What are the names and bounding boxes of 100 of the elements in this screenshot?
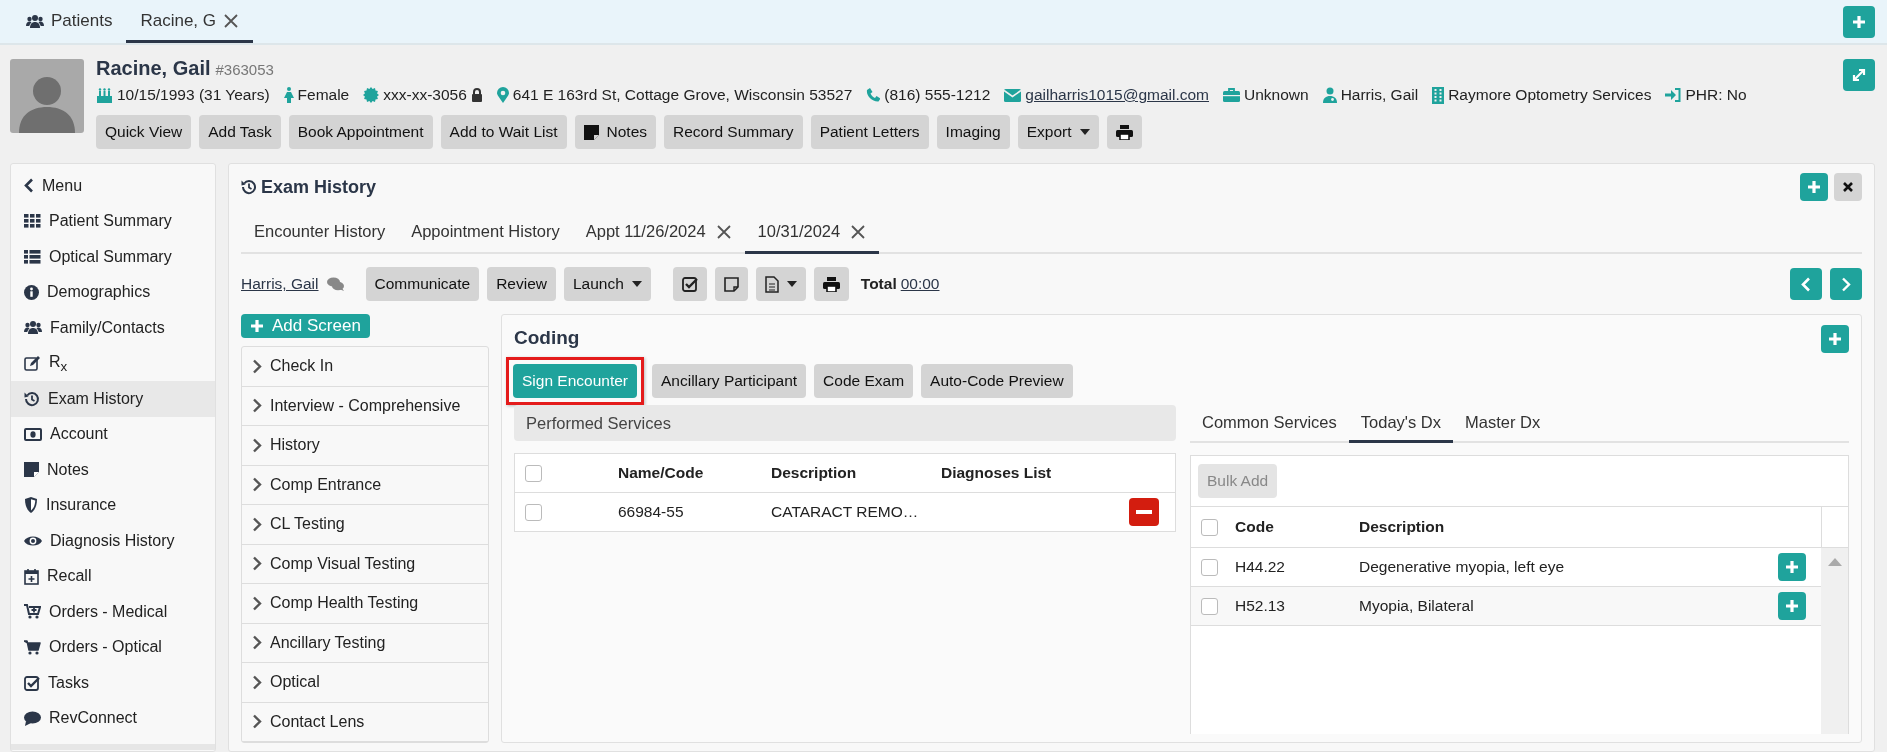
- add-button[interactable]: [1821, 325, 1849, 353]
- gender-text: Female: [297, 86, 350, 104]
- checkbox[interactable]: [1201, 518, 1218, 536]
- ssn-text: xxx-xx-3056: [383, 86, 467, 104]
- screen-item[interactable]: CL Testing: [242, 505, 488, 545]
- tab[interactable]: Appt 11/26/2024: [572, 212, 745, 254]
- users-icon: [26, 13, 44, 29]
- next-button[interactable]: [1830, 268, 1862, 300]
- column-header: Description: [771, 464, 858, 482]
- plus-icon: [1785, 599, 1799, 613]
- screen-item[interactable]: Comp Entrance: [242, 465, 488, 505]
- sign-in-icon: [1665, 88, 1682, 102]
- action-button[interactable]: Book Appointment: [288, 115, 433, 149]
- sidebar-item[interactable]: Optical Summary: [11, 239, 215, 275]
- patient-name: Racine, Gail: [96, 57, 211, 80]
- sidebar-item[interactable]: Notes: [11, 452, 215, 488]
- toolbar-button[interactable]: Launch: [563, 267, 651, 301]
- sidebar-item[interactable]: Exam History: [11, 381, 215, 417]
- checkbox[interactable]: [525, 503, 542, 521]
- print-button[interactable]: [1106, 115, 1142, 149]
- close-button[interactable]: [1834, 173, 1862, 201]
- screen-item[interactable]: Check In: [242, 347, 488, 387]
- scrollbar[interactable]: [1821, 548, 1848, 734]
- caret-icon: [786, 281, 797, 287]
- tab[interactable]: Encounter History: [241, 212, 399, 254]
- sticky-note-icon: [24, 462, 39, 478]
- action-button[interactable]: Record Summary: [664, 115, 803, 149]
- checkbox[interactable]: [1201, 597, 1218, 615]
- sidebar-item[interactable]: RevConnect: [11, 700, 215, 736]
- coding-button[interactable]: Ancillary Participant: [652, 364, 807, 398]
- dob-text: 10/15/1993 (31 Years): [117, 86, 270, 104]
- note-button[interactable]: [714, 267, 748, 301]
- sidebar-item[interactable]: Diagnosis History: [11, 523, 215, 559]
- note-icon: [723, 276, 739, 292]
- chevron-right-icon: [252, 477, 262, 493]
- chevron-right-icon: [252, 358, 262, 374]
- action-button[interactable]: Imaging: [936, 115, 1010, 149]
- screen-item[interactable]: Comp Health Testing: [242, 584, 488, 624]
- checkbox[interactable]: [1201, 558, 1218, 576]
- building-icon: [1432, 86, 1445, 104]
- action-button[interactable]: Patient Letters: [810, 115, 929, 149]
- document-icon: [764, 275, 779, 293]
- map-pin-icon: [496, 87, 509, 103]
- sidebar-item[interactable]: Demographics: [11, 274, 215, 310]
- tab[interactable]: Appointment History: [398, 212, 573, 254]
- screen-item[interactable]: Interview - Comprehensive: [242, 386, 488, 426]
- checkbox-icon: [24, 674, 40, 691]
- tab[interactable]: Master Dx: [1453, 405, 1553, 443]
- tab[interactable]: 10/31/2024: [744, 212, 880, 254]
- tab[interactable]: Common Services: [1190, 405, 1349, 443]
- users-icon: [24, 320, 42, 336]
- address-text: 641 E 163rd St, Cottage Grove, Wisconsin 53527: [512, 86, 853, 104]
- print-button[interactable]: [813, 267, 849, 301]
- sidebar-item[interactable]: Tasks: [11, 665, 215, 701]
- screen-item[interactable]: Comp Visual Testing: [242, 544, 488, 584]
- sidebar-item[interactable]: Patient Summary: [11, 203, 215, 239]
- sidebar-item[interactable]: Menu: [11, 168, 215, 204]
- screen-item[interactable]: Contact Lens: [242, 702, 488, 742]
- plus-icon: [250, 319, 264, 333]
- screen-item[interactable]: Ancillary Testing: [242, 623, 488, 663]
- add-button[interactable]: [1778, 592, 1806, 620]
- sidebar-item[interactable]: Family/Contacts: [11, 310, 215, 346]
- action-button[interactable]: Export: [1017, 115, 1099, 149]
- table-cell-text: 66984-55: [618, 503, 685, 521]
- total-time-link[interactable]: 00:00: [900, 275, 940, 293]
- chevron-right-icon: [252, 635, 262, 651]
- patient-tab[interactable]: Racine, G: [126, 2, 254, 43]
- toolbar-button[interactable]: Communicate: [365, 267, 480, 301]
- toolbar-button[interactable]: Review: [487, 267, 556, 301]
- action-button[interactable]: Add to Wait List: [440, 115, 567, 149]
- shield-icon: [24, 497, 38, 514]
- add-button[interactable]: [1843, 6, 1875, 38]
- add-button[interactable]: [1778, 553, 1806, 581]
- coding-button[interactable]: Auto-Code Preview: [921, 364, 1073, 398]
- coding-button[interactable]: Code Exam: [814, 364, 914, 398]
- add-button[interactable]: [1800, 173, 1828, 201]
- action-button[interactable]: Quick View: [96, 115, 192, 149]
- checklist-button[interactable]: [672, 267, 707, 301]
- sidebar-item[interactable]: R$_{x}$: [11, 345, 215, 381]
- briefcase-icon: [1223, 88, 1240, 102]
- tab[interactable]: Today's Dx: [1348, 405, 1453, 443]
- screen-item[interactable]: Optical: [242, 663, 488, 703]
- remove-button[interactable]: [1129, 498, 1159, 526]
- expand-button[interactable]: [1843, 59, 1875, 91]
- sidebar-item[interactable]: Orders - Optical: [11, 629, 215, 665]
- provider-link[interactable]: Harris, Gail: [241, 275, 319, 293]
- document-dropdown-button[interactable]: [755, 267, 806, 301]
- sidebar-item[interactable]: Insurance: [11, 487, 215, 523]
- sidebar-item[interactable]: Account: [11, 416, 215, 452]
- sidebar-item[interactable]: Orders - Medical: [11, 594, 215, 630]
- action-button[interactable]: Add Task: [199, 115, 281, 149]
- action-button[interactable]: Notes: [574, 115, 657, 149]
- email-link[interactable]: gailharris1015@gmail.com: [1025, 86, 1209, 104]
- patient-tab[interactable]: Patients: [12, 2, 127, 43]
- info-icon: [24, 284, 39, 300]
- eye-icon: [24, 534, 42, 547]
- checkbox[interactable]: [525, 464, 542, 482]
- previous-button[interactable]: [1790, 268, 1822, 300]
- sidebar-item[interactable]: Recall: [11, 558, 215, 594]
- screen-item[interactable]: History: [242, 426, 488, 466]
